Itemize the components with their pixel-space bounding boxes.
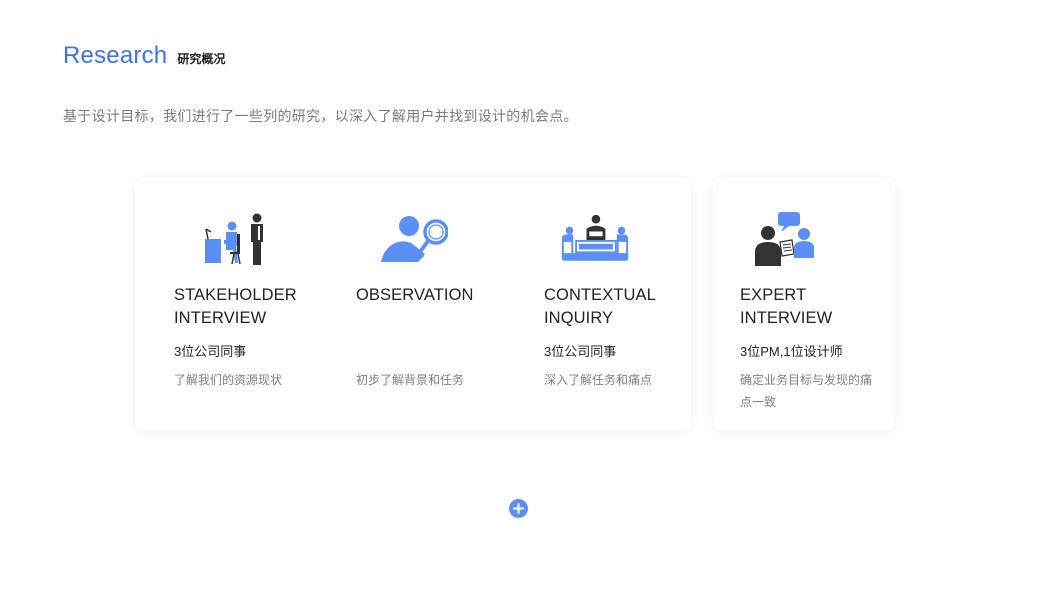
method-participants: 3位PM,1位设计师 <box>740 344 843 359</box>
research-page: Research 研究概况 基于设计目标，我们进行了一些列的研究，以深入了解用户… <box>0 0 1037 600</box>
method-heading: STAKEHOLDER INTERVIEW <box>174 284 324 330</box>
expert-card: EXPERT INTERVIEW 3位PM,1位设计师 确定业务目标与发现的痛点… <box>713 178 895 430</box>
heading-line-1: OBSERVATION <box>356 286 474 304</box>
heading-line-1: STAKEHOLDER <box>174 286 297 304</box>
plus-icon <box>513 503 524 514</box>
page-subtitle: 研究概况 <box>177 52 226 66</box>
add-button[interactable] <box>509 499 528 518</box>
method-description: 了解我们的资源现状 <box>174 373 283 387</box>
magnifier-observation-icon <box>381 216 448 262</box>
header: Research 研究概况 <box>63 42 225 70</box>
contextual-inquiry-icon <box>561 214 629 261</box>
method-heading: OBSERVATION <box>356 284 506 307</box>
method-participants: 3位公司同事 <box>544 344 617 359</box>
stakeholder-interview-icon <box>205 213 263 265</box>
heading-line-2: INTERVIEW <box>174 309 267 327</box>
method-participants: 3位公司同事 <box>174 344 247 359</box>
heading-line-1: CONTEXTUAL <box>544 286 656 304</box>
method-description: 初步了解背景和任务 <box>356 373 465 387</box>
method-heading: CONTEXTUAL INQUIRY <box>544 284 694 330</box>
method-description: 深入了解任务和痛点 <box>544 373 653 387</box>
heading-line-2: INTERVIEW <box>740 309 833 327</box>
heading-line-2: INQUIRY <box>544 309 614 327</box>
expert-interview-icon <box>755 212 814 266</box>
method-description: 确定业务目标与发现的痛点一致 <box>740 373 873 409</box>
page-title: Research <box>63 42 168 69</box>
intro-text: 基于设计目标，我们进行了一些列的研究，以深入了解用户并找到设计的机会点。 <box>63 108 578 124</box>
heading-line-1: EXPERT <box>740 286 807 304</box>
methods-card: STAKEHOLDER INTERVIEW 3位公司同事 了解我们的资源现状 O… <box>135 178 691 430</box>
method-heading: EXPERT INTERVIEW <box>740 284 890 330</box>
